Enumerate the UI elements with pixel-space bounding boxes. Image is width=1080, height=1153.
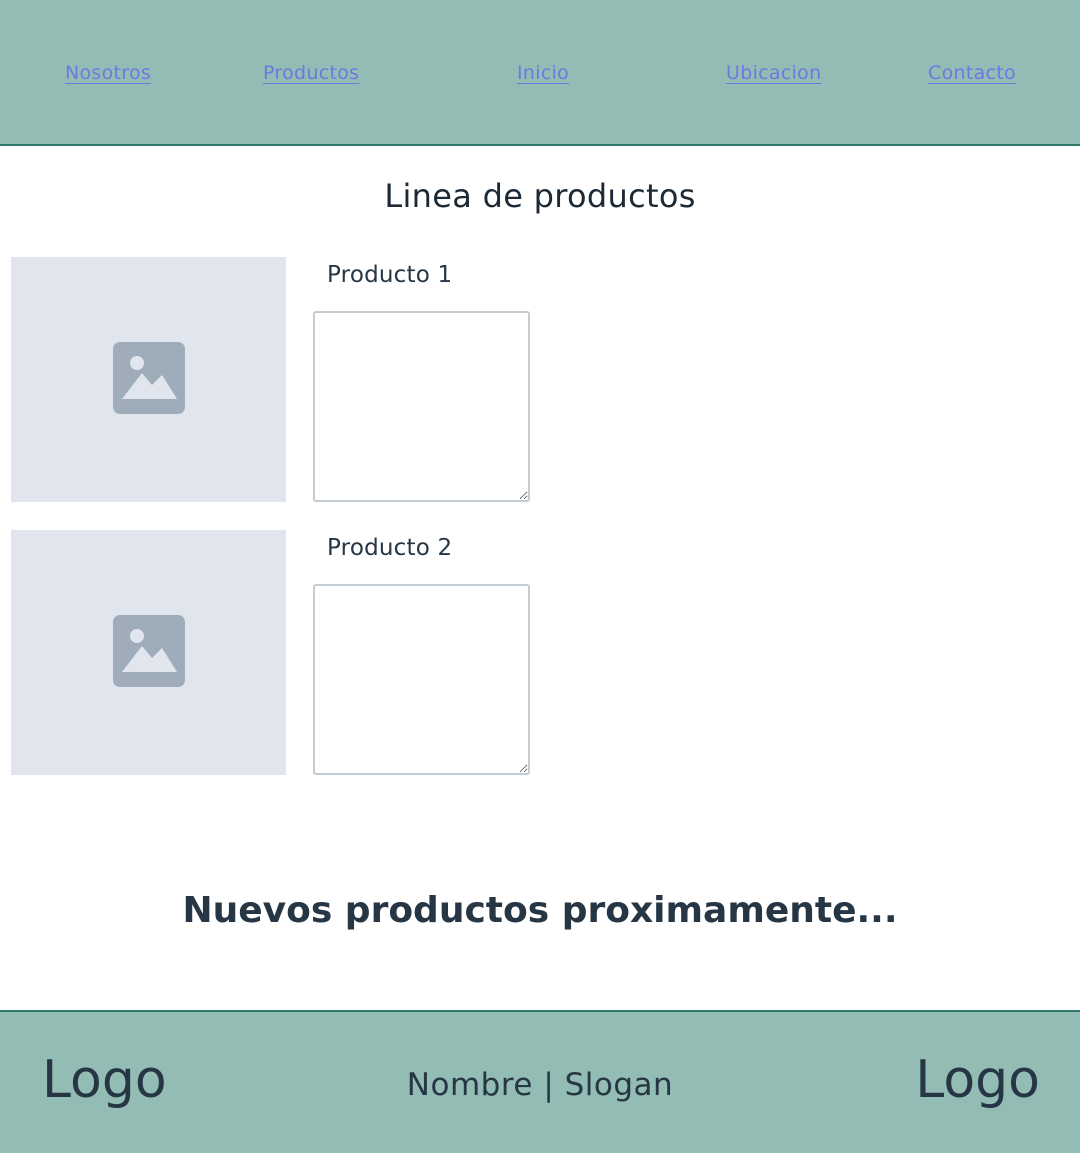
product-2-name: Producto 2 [327, 535, 453, 561]
product-2-description-field[interactable] [313, 584, 530, 775]
nav-link-productos[interactable]: Productos [263, 62, 359, 84]
image-placeholder-icon [112, 614, 185, 691]
image-placeholder-icon [112, 341, 185, 418]
nav-link-ubicacion[interactable]: Ubicacion [726, 62, 821, 84]
footer-logo-right: Logo [915, 1050, 1040, 1110]
footer: Logo Nombre | Slogan Logo [0, 1010, 1080, 1153]
top-navigation-bar: Nosotros Productos Inicio Ubicacion Cont… [0, 0, 1080, 146]
product-1-description-field[interactable] [313, 311, 530, 502]
product-1-name: Producto 1 [327, 262, 453, 288]
announcement-heading: Nuevos productos proximamente... [182, 890, 898, 931]
nav-link-nosotros[interactable]: Nosotros [65, 62, 151, 84]
product-1-image [11, 257, 286, 502]
product-2-image [11, 530, 286, 775]
page-title: Linea de productos [384, 177, 696, 215]
nav-link-inicio[interactable]: Inicio [517, 62, 569, 84]
nav-link-contacto[interactable]: Contacto [928, 62, 1016, 84]
